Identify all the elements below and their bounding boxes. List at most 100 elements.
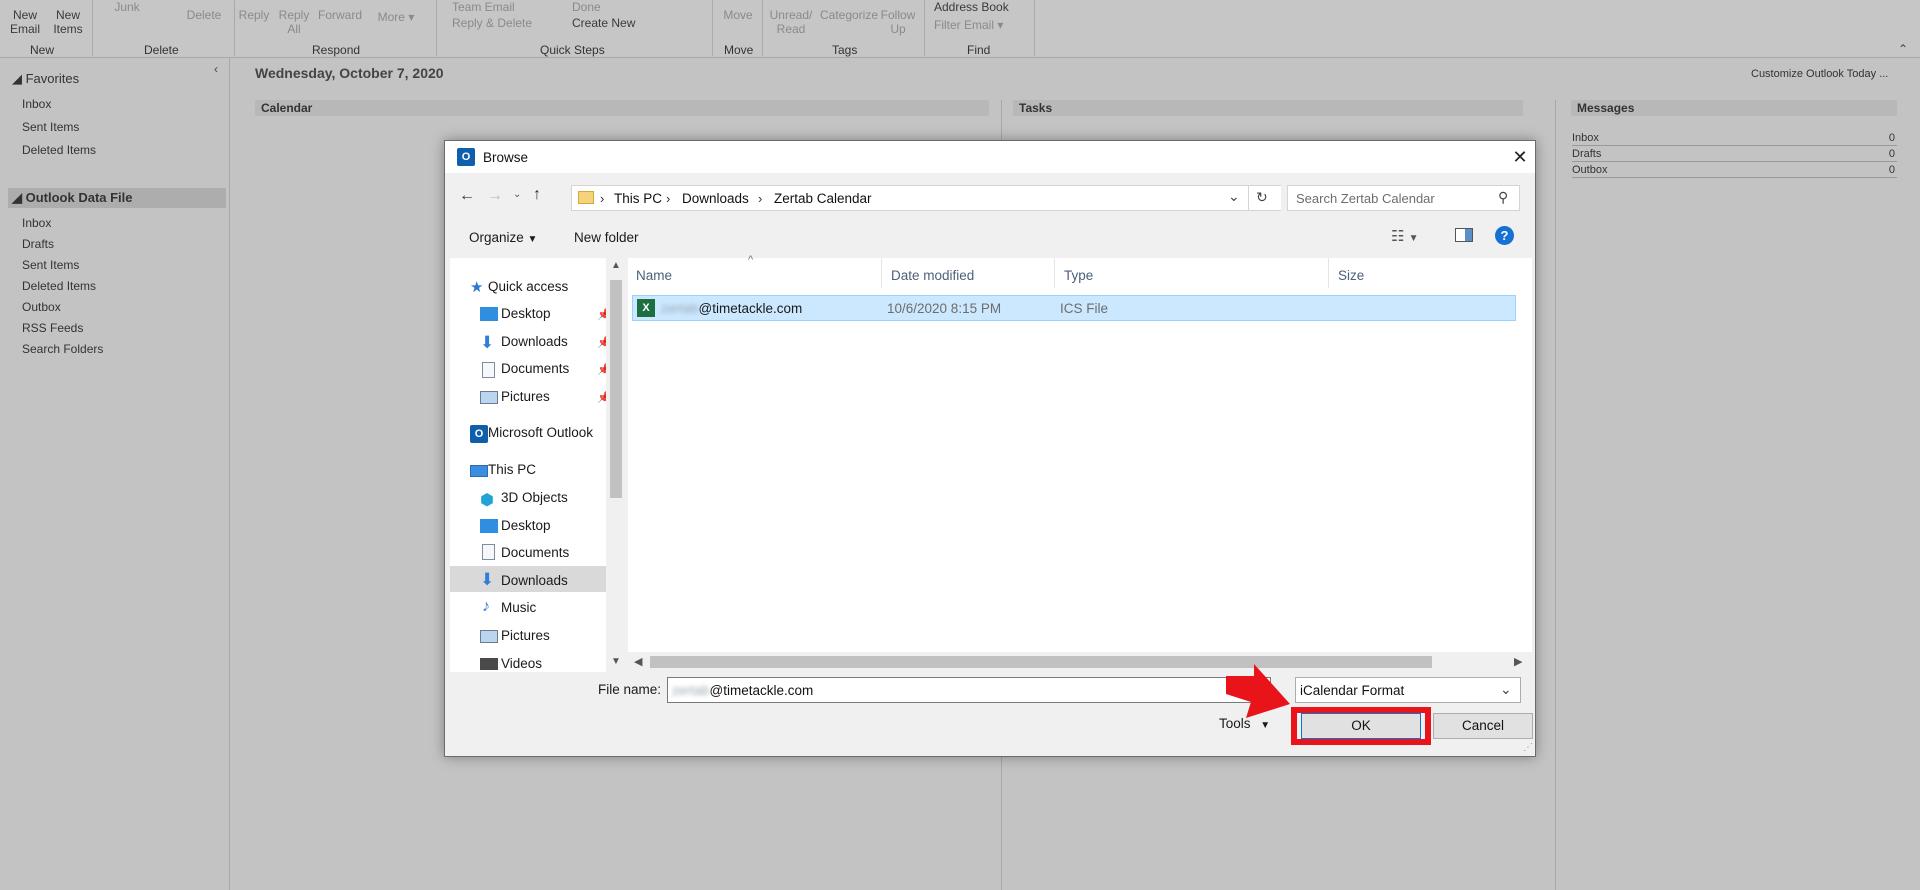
tree-pc-desktop[interactable]: Desktop [501,518,551,533]
desktop-icon [480,307,498,321]
sort-ascending-icon: ^ [748,254,754,266]
folder-outbox[interactable]: Outbox [22,300,61,314]
scroll-down-icon[interactable]: ▼ [611,656,621,667]
tree-pc-downloads[interactable]: Downloads [501,573,568,588]
help-icon[interactable]: ? [1495,226,1514,245]
favorites-inbox[interactable]: Inbox [22,97,51,111]
tree-this-pc[interactable]: This PC [488,462,536,477]
tasks-header: Tasks [1013,100,1523,116]
tree-scroll-thumb[interactable] [610,280,622,498]
file-hscroll-thumb[interactable] [650,656,1432,668]
file-row[interactable]: X zertab@timetackle.com 10/6/2020 8:15 P… [632,295,1516,321]
recent-locations-icon[interactable]: ⌄ [513,189,521,200]
customize-link[interactable]: Customize Outlook Today ... [1751,68,1888,80]
search-icon[interactable]: ⚲ [1498,189,1508,206]
categorize-button[interactable]: Categorize [818,8,880,22]
scroll-left-icon[interactable]: ◀ [634,655,642,668]
organize-button[interactable]: Organize ▼ [469,230,537,245]
data-file-header[interactable]: ◢ Outlook Data File [12,190,133,206]
follow-up-button[interactable]: Follow Up [876,8,920,36]
group-respond-label: Respond [312,43,361,57]
arrow-shape [1226,664,1290,718]
folder-deleted-items[interactable]: Deleted Items [22,279,96,293]
quick-step-reply-delete[interactable]: Reply & Delete [452,16,562,30]
up-icon[interactable]: ↑ [533,186,541,204]
delete-button[interactable]: Delete [184,8,224,22]
folder-drafts[interactable]: Drafts [22,237,54,251]
resize-grip-icon[interactable]: ⋰ [1523,742,1533,753]
change-view-icon[interactable]: ☷ ▼ [1391,227,1419,245]
favorites-header[interactable]: ◢ Favorites [12,71,79,87]
breadcrumb-zertab-calendar[interactable]: Zertab Calendar [774,191,872,206]
forward-icon[interactable]: → [487,187,503,205]
more-button[interactable]: More ▾ [366,10,426,24]
folder-pane: ‹ ◢ Favorites Inbox Sent Items Deleted I… [0,58,230,890]
today-date: Wednesday, October 7, 2020 [255,65,444,81]
quick-step-create-new[interactable]: Create New [572,16,672,30]
column-date-modified[interactable]: Date modified [891,268,974,283]
tree-microsoft-outlook[interactable]: Microsoft Outlook [488,425,593,440]
file-name-input[interactable]: zertab@timetackle.com [667,677,1271,703]
tree-pc-videos[interactable]: Videos [501,656,542,671]
tree-qa-documents[interactable]: Documents [501,361,569,376]
chevron-down-icon[interactable]: ⌄ [1228,188,1240,205]
chevron-down-icon[interactable]: ⌄ [1500,681,1512,698]
file-name-input-blurred: zertab [672,683,710,698]
tree-pc-music[interactable]: Music [501,600,536,615]
quick-step-team-email[interactable]: Team Email [452,0,552,14]
preview-pane-icon[interactable] [1455,228,1473,242]
new-items-button[interactable]: New Items [46,8,90,36]
tree-qa-pictures[interactable]: Pictures [501,389,550,404]
new-folder-button[interactable]: New folder [574,230,639,245]
favorites-deleted-items[interactable]: Deleted Items [22,143,96,157]
new-email-button[interactable]: New Email [8,8,42,36]
breadcrumb-this-pc[interactable]: This PC [614,191,662,206]
search-input[interactable]: Search Zertab Calendar [1296,191,1435,206]
tree-qa-downloads[interactable]: Downloads [501,334,568,349]
folder-rss-feeds[interactable]: RSS Feeds [22,321,83,335]
messages-row-inbox[interactable]: Inbox 0 [1572,130,1897,146]
column-name[interactable]: Name [636,268,672,283]
forward-button[interactable]: Forward [316,8,364,22]
tree-qa-desktop[interactable]: Desktop [501,306,551,321]
ok-button[interactable]: OK [1301,713,1421,739]
quick-step-done[interactable]: Done [572,0,652,14]
scroll-right-icon[interactable]: ▶ [1514,655,1522,668]
column-type[interactable]: Type [1064,268,1093,283]
junk-button[interactable]: Junk [102,0,152,14]
filter-email-button[interactable]: Filter Email ▾ [934,18,1044,32]
tree-pc-3d-objects[interactable]: 3D Objects [501,490,568,505]
collapse-ribbon-icon[interactable]: ⌃ [1898,42,1908,56]
favorites-sent-items[interactable]: Sent Items [22,120,79,134]
back-icon[interactable]: ← [459,187,475,205]
close-icon[interactable]: ✕ [1503,143,1537,171]
desktop-icon [480,519,498,533]
folder-sent-items[interactable]: Sent Items [22,258,79,272]
cancel-button[interactable]: Cancel [1433,713,1533,739]
scroll-up-icon[interactable]: ▲ [611,260,621,271]
search-box[interactable]: Search Zertab Calendar ⚲ [1287,185,1520,211]
collapse-pane-icon[interactable]: ‹ [214,62,218,76]
folder-search-folders[interactable]: Search Folders [22,342,103,356]
unread-read-button[interactable]: Unread/ Read [766,8,816,36]
tree-quick-access[interactable]: Quick access [488,279,568,294]
move-button[interactable]: Move [718,8,758,22]
browse-dialog: O Browse ✕ ← → ⌄ ↑ › This PC › Downloads… [444,140,1536,757]
refresh-icon[interactable]: ↻ [1256,189,1268,206]
reply-all-button[interactable]: Reply All [276,8,312,36]
folder-inbox[interactable]: Inbox [22,216,51,230]
file-type-dropdown[interactable]: iCalendar Format ⌄ [1295,677,1521,703]
address-book-button[interactable]: Address Book [934,0,1044,14]
breadcrumb-downloads[interactable]: Downloads [682,191,749,206]
pictures-icon [480,630,498,643]
tree-scrollbar[interactable]: ▲ ▼ [606,258,626,672]
group-delete-label: Delete [144,43,179,57]
reply-button[interactable]: Reply [238,8,270,22]
tree-pc-documents[interactable]: Documents [501,545,569,560]
file-hscrollbar[interactable]: ◀ ▶ [628,652,1532,672]
tree-pc-pictures[interactable]: Pictures [501,628,550,643]
address-bar[interactable]: › This PC › Downloads › Zertab Calendar … [571,185,1291,211]
messages-row-drafts[interactable]: Drafts 0 [1572,146,1897,162]
column-size[interactable]: Size [1338,268,1364,283]
messages-row-outbox[interactable]: Outbox 0 [1572,162,1897,178]
